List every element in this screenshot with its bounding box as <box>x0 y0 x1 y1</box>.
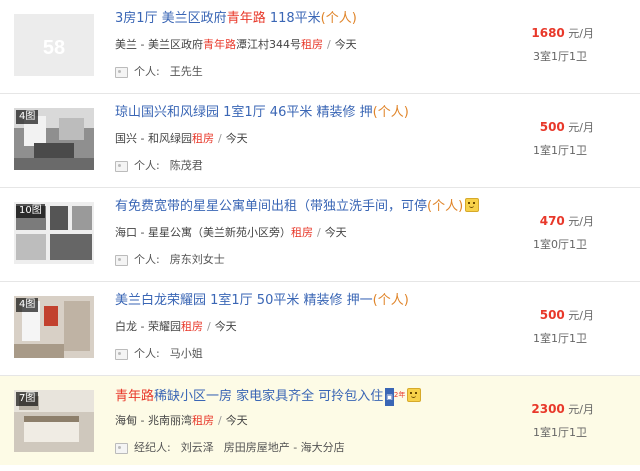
listing-row[interactable]: 10图 有免费宽带的星星公寓单间出租（带独立洗手间，可停(个人) 海口 - 星星… <box>0 188 640 282</box>
smile-icon <box>465 198 480 212</box>
listing-location: 海甸 - 兆南丽湾租房 / 今天 <box>115 414 248 427</box>
contact-name: 刘云泽 <box>180 441 214 454</box>
listing-location: 海口 - 星星公寓（美兰新苑小区旁）租房 / 今天 <box>115 226 347 239</box>
listing-title[interactable]: 3房1厅 美兰区政府青年路 118平米(个人) <box>115 10 357 28</box>
smile-icon <box>407 388 422 402</box>
listing-layout: 1室1厅1卫 <box>533 144 587 157</box>
listing-thumbnail[interactable]: 7图 <box>14 390 94 452</box>
person-icon <box>115 442 128 454</box>
contact-name: 王先生 <box>169 65 203 78</box>
listing-row[interactable]: 4图 美兰白龙荣耀园 1室1厅 50平米 精装修 押一(个人) 白龙 - 荣耀园… <box>0 282 640 376</box>
listing-thumbnail[interactable]: 58 <box>14 14 94 76</box>
listing-layout: 1室1厅1卫 <box>533 426 587 439</box>
person-icon <box>115 348 128 360</box>
listing-row[interactable]: 4图 琼山国兴和风绿园 1室1厅 46平米 精装修 押(个人) 国兴 - 和风绿… <box>0 94 640 188</box>
listing-price: 470 元/月 <box>539 214 594 228</box>
placeholder-logo-icon: 58 <box>14 14 94 76</box>
listing-row-featured[interactable]: 7图 青年路稀缺小区一房 家电家具齐全 可拎包入住 ▣2年 海甸 - 兆南丽湾租房… <box>0 376 640 465</box>
person-icon <box>115 160 128 172</box>
listing-price: 1680 元/月 <box>531 26 594 40</box>
listing-price: 2300 元/月 <box>531 402 594 416</box>
listing-layout: 3室1厅1卫 <box>533 50 587 63</box>
listing-thumbnail[interactable]: 10图 <box>14 202 94 264</box>
listing-price: 500 元/月 <box>539 120 594 134</box>
photo-count-badge: 4图 <box>16 298 39 312</box>
agency-name: 房田房屋地产 - 海大分店 <box>223 441 345 454</box>
listing-date: 今天 <box>225 132 248 145</box>
listing-layout: 1室0厅1卫 <box>533 238 587 251</box>
listing-thumbnail[interactable]: 4图 <box>14 296 94 358</box>
listing-date: 今天 <box>225 414 248 427</box>
listing-date: 今天 <box>334 38 357 51</box>
years-tag: 2年 <box>393 391 406 399</box>
listing-row[interactable]: 58 3房1厅 美兰区政府青年路 118平米(个人) 美兰 - 美兰区政府青年路… <box>0 0 640 94</box>
listing-contact: 经纪人: 刘云泽 房田房屋地产 - 海大分店 <box>115 440 355 456</box>
contact-name: 马小姐 <box>169 347 203 360</box>
listing-title[interactable]: 美兰白龙荣耀园 1室1厅 50平米 精装修 押一(个人) <box>115 292 409 310</box>
person-icon <box>115 66 128 78</box>
listing-contact: 个人: 马小姐 <box>115 346 213 362</box>
verified-tag-icon: ▣ <box>385 388 394 406</box>
svg-text:58: 58 <box>43 37 65 59</box>
listing-location: 国兴 - 和风绿园租房 / 今天 <box>115 132 248 145</box>
listing-title[interactable]: 青年路稀缺小区一房 家电家具齐全 可拎包入住 ▣2年 <box>115 386 422 406</box>
listing-title[interactable]: 有免费宽带的星星公寓单间出租（带独立洗手间，可停(个人) <box>115 198 480 216</box>
listing-thumbnail[interactable]: 4图 <box>14 108 94 170</box>
photo-count-badge: 10图 <box>16 204 45 218</box>
listing-contact: 个人: 王先生 <box>115 64 213 80</box>
listing-price: 500 元/月 <box>539 308 594 322</box>
listing-contact: 个人: 房东刘女士 <box>115 252 235 268</box>
listing-list: 58 3房1厅 美兰区政府青年路 118平米(个人) 美兰 - 美兰区政府青年路… <box>0 0 640 471</box>
contact-name: 陈茂君 <box>169 159 203 172</box>
photo-count-badge: 7图 <box>16 392 39 406</box>
person-icon <box>115 254 128 266</box>
listing-title[interactable]: 琼山国兴和风绿园 1室1厅 46平米 精装修 押(个人) <box>115 104 409 122</box>
photo-count-badge: 4图 <box>16 110 39 124</box>
listing-layout: 1室1厅1卫 <box>533 332 587 345</box>
listing-date: 今天 <box>324 226 347 239</box>
listing-location: 美兰 - 美兰区政府青年路潭江村344号租房 / 今天 <box>115 38 357 51</box>
listing-date: 今天 <box>214 320 237 333</box>
listing-location: 白龙 - 荣耀园租房 / 今天 <box>115 320 237 333</box>
listing-contact: 个人: 陈茂君 <box>115 158 213 174</box>
contact-name: 房东刘女士 <box>169 253 225 266</box>
